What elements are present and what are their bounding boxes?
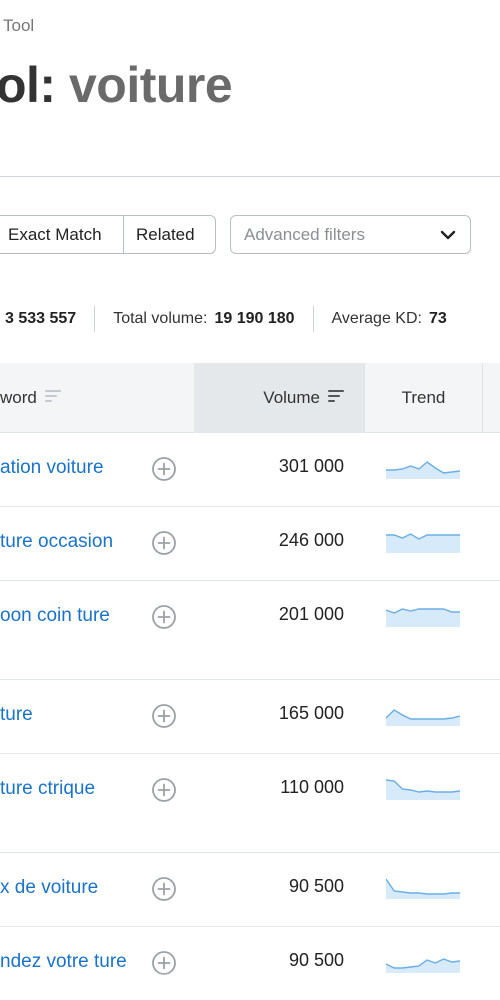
plus-circle-icon[interactable] <box>151 604 177 630</box>
volume-value: 201 000 <box>278 604 344 624</box>
table-row: ture ctrique 110 000 <box>0 754 500 853</box>
total-volume-label: Total volume: <box>113 310 208 327</box>
column-header-trend: Trend <box>364 363 482 433</box>
advanced-filters-dropdown[interactable]: Advanced filters <box>230 215 471 254</box>
table-row: ture 165 000 <box>0 680 500 754</box>
volume-value: 301 000 <box>278 456 344 476</box>
related-label: Related <box>136 224 195 244</box>
volume-value: 110 000 <box>280 777 344 797</box>
breadcrumb-tool[interactable]: Tool <box>3 16 34 35</box>
stats-bar: 3 533 557 Total volume: 19 190 180 Avera… <box>0 305 500 333</box>
keyword-link[interactable]: ation voiture <box>0 452 140 483</box>
keyword-link[interactable]: ture occasion <box>0 526 140 557</box>
trend-line <box>386 878 460 895</box>
breadcrumb[interactable]: Tool <box>3 16 34 36</box>
chevron-down-icon <box>440 230 456 240</box>
plus-circle-icon[interactable] <box>151 777 177 803</box>
stats-divider <box>94 306 96 332</box>
volume-value: 246 000 <box>278 530 344 550</box>
trend-sparkline <box>386 779 460 800</box>
column-header-trend-label: Trend <box>401 388 446 407</box>
trend-sparkline <box>386 533 460 553</box>
bottom-fade <box>0 970 500 1000</box>
trend-sparkline <box>386 709 460 726</box>
average-kd-label: Average KD: <box>331 310 422 327</box>
keywords-count-value: 3 533 557 <box>5 310 77 327</box>
keyword-link[interactable]: ture <box>0 699 140 730</box>
related-button[interactable]: Related <box>123 216 215 253</box>
column-header-keyword-label: word <box>0 388 37 407</box>
volume-value: 165 000 <box>278 703 344 723</box>
volume-value: 90 500 <box>288 876 344 896</box>
trend-sparkline <box>386 878 460 899</box>
page-title: ol: voiture <box>0 56 233 114</box>
column-header-keyword[interactable]: word <box>0 363 194 433</box>
trend-area <box>386 879 460 899</box>
exact-match-label: Exact Match <box>8 224 102 244</box>
page-title-prefix: ol: <box>0 57 56 113</box>
average-kd-value: 73 <box>428 310 447 327</box>
plus-circle-icon[interactable] <box>151 876 177 902</box>
column-header-volume[interactable]: Volume <box>194 363 364 433</box>
sort-icon[interactable] <box>44 388 61 408</box>
stats-divider <box>312 306 314 332</box>
table-row: ture occasion 246 000 <box>0 507 500 581</box>
keyword-link[interactable]: oon coin ture <box>0 600 140 631</box>
plus-circle-icon[interactable] <box>151 703 177 729</box>
table-row: oon coin ture 201 000 <box>0 581 500 680</box>
exact-match-button[interactable]: Exact Match <box>0 216 123 253</box>
trend-sparkline <box>386 461 460 479</box>
trend-area <box>386 462 460 479</box>
advanced-filters-label: Advanced filters <box>244 224 365 244</box>
volume-value: 90 500 <box>288 950 344 970</box>
keyword-link[interactable]: ture ctrique <box>0 773 140 804</box>
table-row: x de voiture 90 500 <box>0 853 500 927</box>
divider <box>0 176 500 177</box>
plus-circle-icon[interactable] <box>151 530 177 556</box>
match-type-segmented-control: Exact Match Related <box>0 215 216 254</box>
table-row: ation voiture 301 000 <box>0 433 500 507</box>
sort-icon[interactable] <box>328 388 344 408</box>
keyword-link[interactable]: x de voiture <box>0 872 140 903</box>
total-volume-value: 19 190 180 <box>214 310 295 327</box>
plus-circle-icon[interactable] <box>151 456 177 482</box>
column-header-next <box>482 363 500 433</box>
trend-sparkline <box>386 608 460 627</box>
table-header: word Volume Trend <box>0 363 500 433</box>
column-header-volume-label: Volume <box>263 388 320 407</box>
page-title-keyword: voiture <box>69 57 233 113</box>
